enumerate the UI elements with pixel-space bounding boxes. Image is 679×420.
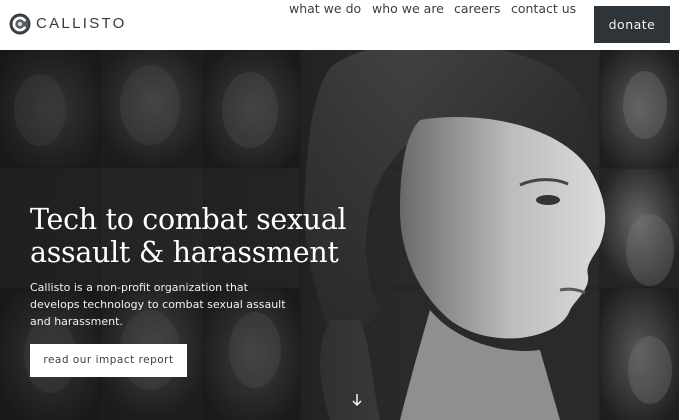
hero-headline: Tech to combat sexual assault & harassme… [30,203,360,269]
nav-item-what-we-do[interactable]: what we do [289,0,361,18]
hero-description: Callisto is a non-profit organization th… [30,281,286,328]
hero-headline-line-2: assault & harassment [30,236,339,269]
site-header: CALLISTO what we do who we are careers c… [0,0,679,50]
callisto-c-logo-icon [9,13,31,35]
hero-section: Tech to combat sexual assault & harassme… [0,50,679,420]
arrow-down-icon[interactable] [351,393,363,407]
home-logo-link[interactable]: CALLISTO [9,12,127,36]
page: CALLISTO what we do who we are careers c… [0,0,679,420]
nav-item-contact-us[interactable]: contact us [511,0,576,18]
nav-item-careers[interactable]: careers [454,0,500,18]
hero-headline-line-1: Tech to combat sexual [30,203,347,236]
impact-report-button[interactable]: read our impact report [30,344,187,377]
brand-name: CALLISTO [36,15,127,32]
donate-button[interactable]: donate [594,6,670,43]
nav-item-who-we-are[interactable]: who we are [372,0,444,18]
